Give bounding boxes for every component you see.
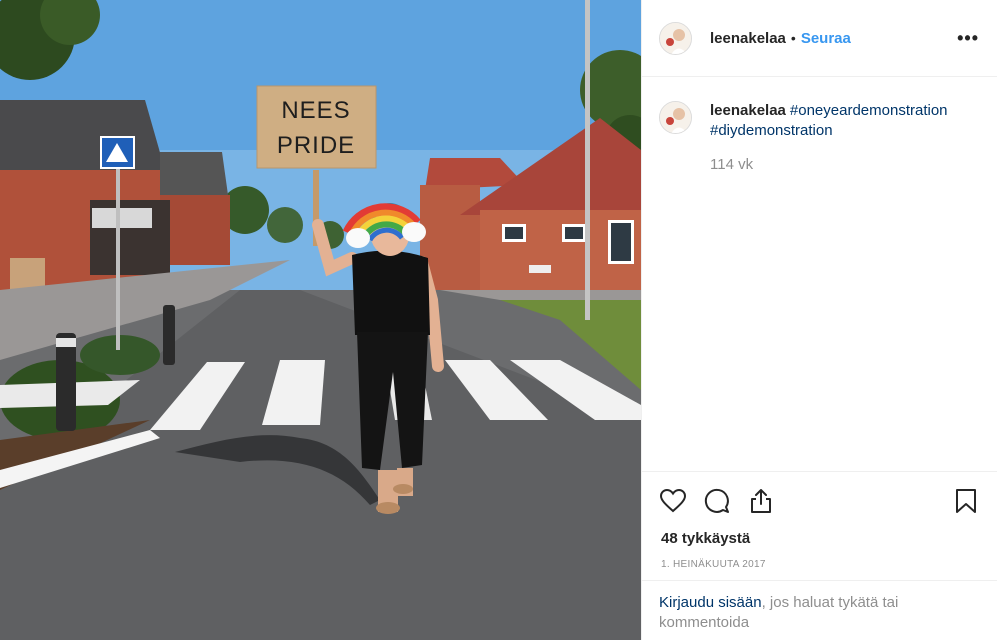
avatar[interactable] (659, 21, 692, 55)
post-age: 114 vk (710, 156, 754, 173)
avatar-image (660, 22, 691, 54)
share-icon[interactable] (746, 486, 776, 516)
post-sidebar: leenakelaa • Seuraa ••• leenakelaa #oneye… (641, 0, 997, 640)
bookmark-icon[interactable] (951, 486, 981, 516)
header-separator: • (790, 30, 796, 46)
photo-scene: NEES PRIDE (0, 0, 641, 640)
header-username[interactable]: leenakelaa (710, 30, 786, 47)
caption-avatar[interactable] (659, 101, 692, 134)
login-prompt: Kirjaudu sisään, jos haluat tykätä tai k… (642, 580, 997, 633)
post-header: leenakelaa • Seuraa ••• (642, 0, 997, 77)
caption-username[interactable]: leenakelaa (710, 102, 786, 119)
post-window: NEES PRIDE leenakelaa • Seuraa ••• leena… (0, 0, 997, 640)
like-count[interactable]: 48 tykkäystä (658, 530, 981, 547)
follow-button[interactable]: Seuraa (801, 30, 851, 47)
more-dots-icon[interactable]: ••• (957, 28, 979, 49)
comment-icon[interactable] (702, 486, 732, 516)
caption-text: leenakelaa #oneyeardemonstration #diydemo… (710, 101, 948, 175)
hashtag-link[interactable]: #diydemonstration (710, 122, 833, 139)
post-date: 1. HEINÄKUUTA 2017 (661, 559, 766, 570)
hashtag-link[interactable]: #oneyeardemonstration (790, 102, 948, 119)
post-actions: 48 tykkäystä 1. HEINÄKUUTA 2017 (642, 471, 997, 570)
heart-icon[interactable] (658, 486, 688, 516)
sign-line-2: PRIDE (277, 132, 355, 159)
post-caption: leenakelaa #oneyeardemonstration #diydemo… (642, 77, 997, 175)
sign-line-1: NEES (281, 97, 350, 124)
caption-avatar-image (660, 102, 691, 133)
login-link[interactable]: Kirjaudu sisään (659, 594, 762, 611)
post-photo[interactable]: NEES PRIDE (0, 0, 641, 640)
action-icons (658, 472, 981, 530)
